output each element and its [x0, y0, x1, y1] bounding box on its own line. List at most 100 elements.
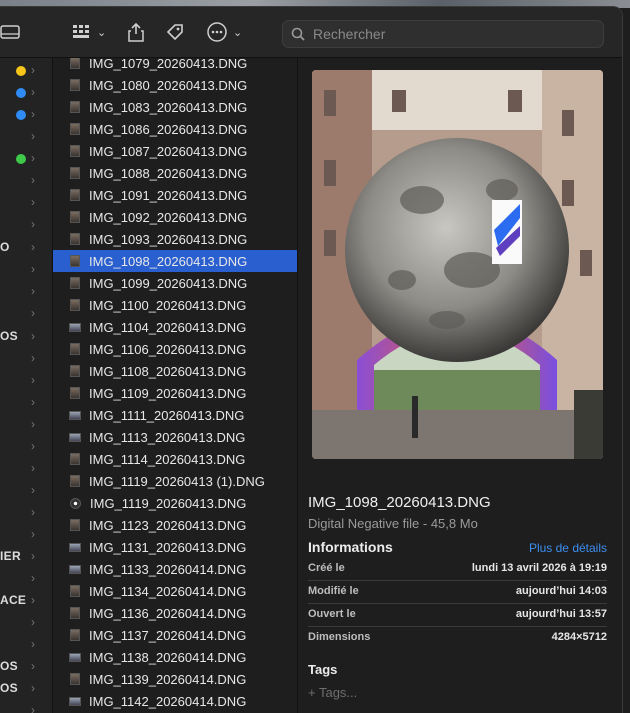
- file-row[interactable]: IMG_1134_20260414.DNG: [53, 580, 297, 602]
- file-row[interactable]: IMG_1099_20260413.DNG: [53, 272, 297, 294]
- tag-dot-icon: [16, 110, 26, 120]
- sidebar-item[interactable]: IER ›: [0, 549, 52, 565]
- file-row[interactable]: IMG_1083_20260413.DNG: [53, 96, 297, 118]
- file-row[interactable]: IMG_1091_20260413.DNG: [53, 184, 297, 206]
- file-row[interactable]: IMG_1080_20260413.DNG: [53, 74, 297, 96]
- view-options-button[interactable]: ⌄: [72, 21, 106, 43]
- more-details-link[interactable]: Plus de détails: [529, 541, 607, 555]
- chevron-right-icon: ›: [31, 129, 35, 143]
- file-row[interactable]: IMG_1119_20260413.DNG: [53, 492, 297, 514]
- sidebar-tag-blue[interactable]: ›: [0, 85, 52, 101]
- file-row[interactable]: IMG_1136_20260414.DNG: [53, 602, 297, 624]
- sidebar-item[interactable]: ACE ›: [0, 593, 52, 609]
- sidebar-item[interactable]: ›: [0, 217, 52, 233]
- file-thumbnail-icon: [70, 233, 80, 245]
- file-row[interactable]: IMG_1087_20260413.DNG: [53, 140, 297, 162]
- search-input[interactable]: [311, 25, 585, 43]
- file-thumbnail-icon: [70, 387, 80, 399]
- file-row[interactable]: IMG_1093_20260413.DNG: [53, 228, 297, 250]
- file-thumbnail-icon: [69, 410, 81, 420]
- sidebar-item[interactable]: ›: [0, 571, 52, 587]
- file-name: IMG_1106_20260413.DNG: [89, 341, 247, 357]
- file-row[interactable]: IMG_1109_20260413.DNG: [53, 382, 297, 404]
- file-row[interactable]: IMG_1114_20260413.DNG: [53, 448, 297, 470]
- sidebar-item-label: OS: [0, 659, 18, 673]
- chevron-right-icon: ›: [31, 593, 35, 607]
- tag-icon[interactable]: [165, 21, 185, 43]
- chevron-right-icon: ›: [31, 195, 35, 209]
- sidebar-item[interactable]: ›: [0, 351, 52, 367]
- preview-pane: IMG_1098_20260413.DNG Digital Negative f…: [298, 58, 622, 713]
- file-row[interactable]: IMG_1142_20260414.DNG: [53, 690, 297, 712]
- sidebar-toggle-icon[interactable]: [0, 21, 20, 43]
- file-row[interactable]: IMG_1138_20260414.DNG: [53, 646, 297, 668]
- sidebar-item[interactable]: ›: [0, 129, 52, 145]
- sidebar-item[interactable]: ›: [0, 615, 52, 631]
- file-row[interactable]: IMG_1079_20260413.DNG: [53, 58, 297, 74]
- sidebar-item[interactable]: ›: [0, 637, 52, 653]
- file-name: IMG_1079_20260413.DNG: [89, 58, 248, 71]
- file-row[interactable]: IMG_1100_20260413.DNG: [53, 294, 297, 316]
- file-name: IMG_1087_20260413.DNG: [89, 143, 248, 159]
- sidebar-item[interactable]: ›: [0, 306, 52, 322]
- file-row[interactable]: IMG_1098_20260413.DNG: [53, 250, 297, 272]
- chevron-right-icon: ›: [31, 173, 35, 187]
- file-thumbnail-icon: [70, 189, 80, 201]
- file-row[interactable]: IMG_1133_20260414.DNG: [53, 558, 297, 580]
- sidebar-tag-yellow[interactable]: ›: [0, 63, 52, 79]
- sidebar-item[interactable]: ›: [0, 527, 52, 543]
- file-row[interactable]: IMG_1139_20260414.DNG: [53, 668, 297, 690]
- sidebar-item[interactable]: ›: [0, 439, 52, 455]
- info-opened: Ouvert le aujourd’hui 13:57: [308, 604, 607, 627]
- sidebar-tag-green[interactable]: ›: [0, 151, 52, 167]
- sidebar-item[interactable]: ›: [0, 461, 52, 477]
- file-row[interactable]: IMG_1119_20260413 (1).DNG: [53, 470, 297, 492]
- file-row[interactable]: IMG_1086_20260413.DNG: [53, 118, 297, 140]
- sidebar-item[interactable]: OS ›: [0, 329, 52, 345]
- search-field[interactable]: [282, 20, 604, 48]
- file-thumbnail-icon: [70, 607, 80, 619]
- file-row[interactable]: IMG_1104_20260413.DNG: [53, 316, 297, 338]
- file-row[interactable]: IMG_1092_20260413.DNG: [53, 206, 297, 228]
- sidebar-tag-blue-2[interactable]: ›: [0, 107, 52, 123]
- file-name: IMG_1080_20260413.DNG: [89, 77, 248, 93]
- file-thumbnail-icon: [69, 542, 81, 552]
- sidebar: › › › › › › › › O › › › › OS › › › › › ›…: [0, 58, 53, 713]
- file-name: IMG_1136_20260414.DNG: [89, 605, 247, 621]
- file-row[interactable]: IMG_1106_20260413.DNG: [53, 338, 297, 360]
- sidebar-item[interactable]: ›: [0, 373, 52, 389]
- sidebar-item[interactable]: ›: [0, 395, 52, 411]
- sidebar-item[interactable]: ›: [0, 505, 52, 521]
- chevron-right-icon: ›: [31, 681, 35, 695]
- sidebar-item[interactable]: ›: [0, 284, 52, 300]
- sidebar-item[interactable]: ›: [0, 262, 52, 278]
- file-thumbnail-icon: [69, 696, 81, 706]
- file-row[interactable]: IMG_1123_20260413.DNG: [53, 514, 297, 536]
- file-name: IMG_1119_20260413 (1).DNG: [89, 473, 265, 489]
- file-thumbnail-icon: [70, 123, 80, 135]
- file-thumbnail-icon: [69, 652, 81, 662]
- more-actions-button[interactable]: ⌄: [206, 21, 242, 43]
- sidebar-item[interactable]: O ›: [0, 240, 52, 256]
- file-thumbnail-icon: [70, 629, 80, 641]
- sidebar-item[interactable]: OS ›: [0, 681, 52, 697]
- share-icon[interactable]: [128, 21, 144, 43]
- sidebar-item[interactable]: ›: [0, 195, 52, 211]
- info-label: Modifié le: [308, 585, 359, 597]
- sidebar-item[interactable]: ›: [0, 417, 52, 433]
- preview-filename: IMG_1098_20260413.DNG: [308, 494, 491, 511]
- file-row[interactable]: IMG_1108_20260413.DNG: [53, 360, 297, 382]
- chevron-right-icon: ›: [31, 284, 35, 298]
- sidebar-item[interactable]: ›: [0, 483, 52, 499]
- sidebar-item[interactable]: OS ›: [0, 659, 52, 675]
- file-row[interactable]: IMG_1111_20260413.DNG: [53, 404, 297, 426]
- chevron-right-icon: ›: [31, 571, 35, 585]
- tags-input[interactable]: + Tags...: [308, 685, 357, 700]
- file-row[interactable]: IMG_1088_20260413.DNG: [53, 162, 297, 184]
- file-thumbnail-icon: [70, 519, 80, 531]
- sidebar-item[interactable]: ›: [0, 173, 52, 189]
- file-name: IMG_1138_20260414.DNG: [89, 649, 247, 665]
- file-row[interactable]: IMG_1113_20260413.DNG: [53, 426, 297, 448]
- file-row[interactable]: IMG_1131_20260413.DNG: [53, 536, 297, 558]
- file-row[interactable]: IMG_1137_20260414.DNG: [53, 624, 297, 646]
